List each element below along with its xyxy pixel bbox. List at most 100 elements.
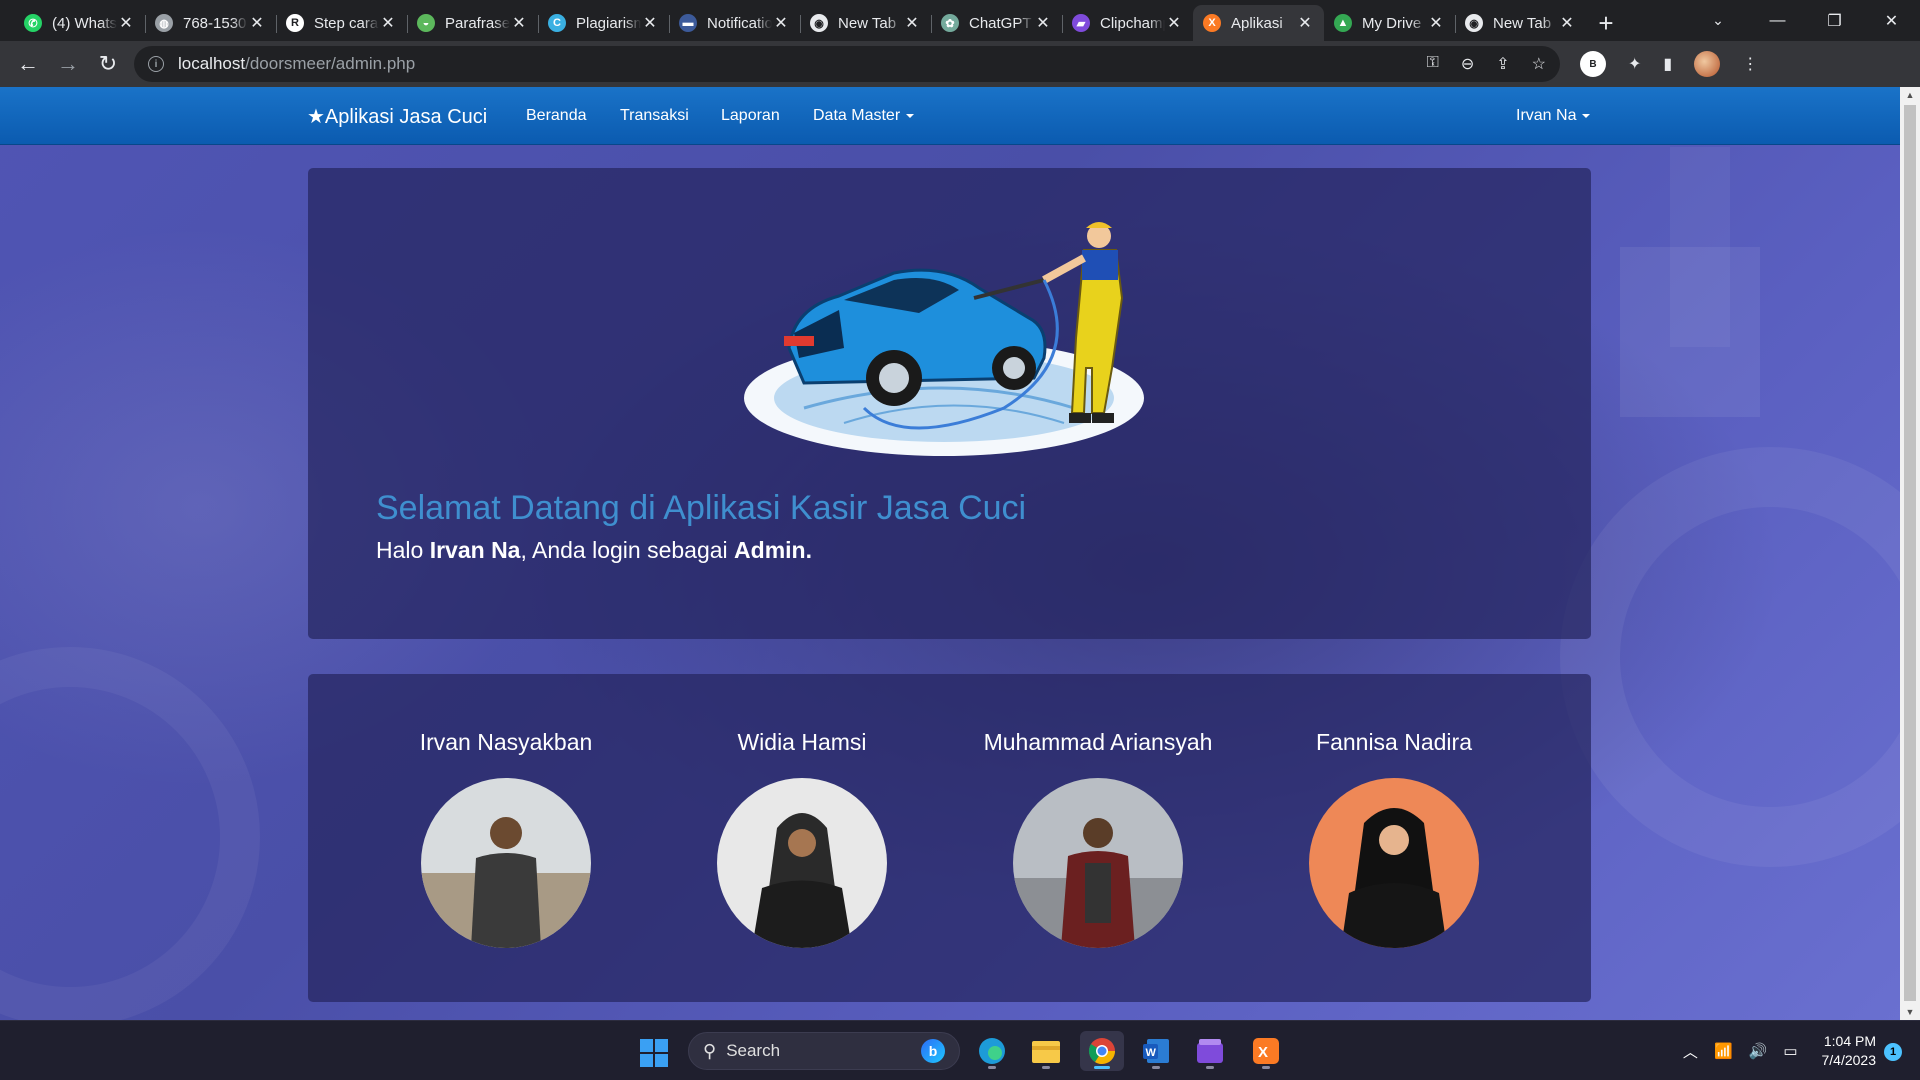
nav-laporan[interactable]: Laporan — [721, 107, 780, 125]
nav-transaksi[interactable]: Transaksi — [620, 107, 689, 125]
xampp-icon[interactable]: X — [1244, 1031, 1288, 1071]
account-avatar[interactable] — [1694, 51, 1721, 77]
chrome-icon[interactable] — [1080, 1031, 1124, 1071]
team-member: Widia Hamsi — [652, 729, 952, 948]
team-panel: Irvan Nasyakban Widia Hamsi Muhammad Ari… — [308, 674, 1591, 1002]
browser-tab[interactable]: ✆ (4) WhatsApp✕ — [14, 5, 145, 41]
team-member: Muhammad Ariansyah — [948, 729, 1248, 948]
clipchamp-icon[interactable] — [1188, 1031, 1232, 1071]
close-tab-icon[interactable]: ✕ — [379, 13, 397, 33]
welcome-message: Halo Irvan Na, Anda login sebagai Admin. — [376, 537, 812, 564]
tab-title: Step cara — [314, 14, 379, 32]
taskbar-search[interactable]: ⚲ Search b — [688, 1032, 960, 1070]
url-path: /doorsmeer/admin.php — [245, 54, 416, 73]
system-tray: ︿ 📶 🔊 ▭ 1:04 PM 7/4/2023 — [1683, 1021, 1876, 1080]
close-tab-icon[interactable]: ✕ — [903, 13, 921, 33]
back-icon[interactable]: ← — [8, 46, 48, 82]
browser-tab[interactable]: ◉ New Tab ✕ — [1455, 5, 1586, 41]
greeting-prefix: Halo — [376, 537, 430, 563]
page-scrollbar[interactable]: ▲ ▼ — [1900, 87, 1920, 1020]
tab-title: Aplikasi — [1231, 14, 1283, 32]
close-tab-icon[interactable]: ✕ — [248, 13, 266, 33]
close-tab-icon[interactable]: ✕ — [1165, 13, 1183, 33]
clock-time: 1:04 PM — [1823, 1033, 1876, 1049]
file-explorer-icon[interactable] — [1024, 1031, 1068, 1071]
windows-start-icon[interactable] — [640, 1039, 668, 1067]
word-icon[interactable]: W — [1134, 1031, 1178, 1071]
notification-badge[interactable]: 1 — [1884, 1043, 1902, 1061]
scroll-up-icon[interactable]: ▲ — [1900, 87, 1920, 103]
tab-title: Parafrase — [445, 14, 510, 32]
member-name: Muhammad Ariansyah — [983, 729, 1213, 755]
battery-icon[interactable]: ▭ — [1783, 1042, 1797, 1060]
tab-title: ChatGPT — [969, 14, 1032, 32]
browser-tab[interactable]: X Aplikasi ✕ — [1193, 5, 1324, 41]
close-tab-icon[interactable]: ✕ — [641, 13, 659, 33]
restore-icon[interactable]: ❐ — [1806, 0, 1863, 41]
url-host: localhost — [178, 54, 246, 73]
browser-tab[interactable]: ▲ My Drive ✕ — [1324, 5, 1455, 41]
show-hidden-icons-icon[interactable]: ︿ — [1683, 1041, 1698, 1062]
browser-tab[interactable]: C Plagiarism ✕ — [538, 5, 669, 41]
browser-tab[interactable]: R Step cara ✕ — [276, 5, 407, 41]
member-photo — [717, 778, 887, 948]
tab-title: Notifications — [707, 14, 772, 32]
share-icon[interactable]: ⇪ — [1496, 54, 1509, 74]
close-tab-icon[interactable]: ✕ — [117, 13, 135, 33]
bookmark-star-icon[interactable]: ☆ — [1532, 54, 1546, 74]
member-photo — [1013, 778, 1183, 948]
browser-tab[interactable]: ◉ New Tab ✕ — [800, 5, 931, 41]
close-tab-icon[interactable]: ✕ — [1296, 13, 1314, 33]
minimize-icon[interactable]: — — [1749, 0, 1806, 41]
clock-date: 7/4/2023 — [1821, 1052, 1877, 1068]
member-photo — [1309, 778, 1479, 948]
forward-icon[interactable]: → — [48, 46, 88, 82]
team-member: Irvan Nasyakban — [356, 729, 656, 948]
brand-link[interactable]: ★Aplikasi Jasa Cuci — [307, 104, 487, 129]
site-info-icon[interactable]: i — [148, 56, 164, 72]
caret-down-icon — [906, 113, 915, 118]
background-decoration — [1560, 447, 1920, 867]
browser-toolbar: ← → ↻ i localhost/doorsmeer/admin.php ⚿ … — [0, 41, 1920, 87]
close-tab-icon[interactable]: ✕ — [1427, 13, 1445, 33]
reload-icon[interactable]: ↻ — [88, 46, 128, 82]
menu-kebab-icon[interactable]: ⋮ — [1742, 54, 1758, 74]
greeting-middle: , Anda login sebagai — [520, 537, 735, 563]
background-decoration — [0, 647, 260, 1020]
browser-tab[interactable]: ✿ ChatGPT ✕ — [931, 5, 1062, 41]
bing-icon[interactable]: b — [921, 1039, 945, 1063]
scrollbar-thumb[interactable] — [1904, 105, 1916, 1001]
close-window-icon[interactable]: ✕ — [1863, 0, 1920, 41]
side-panel-icon[interactable]: ▮ — [1663, 54, 1672, 74]
zoom-icon[interactable]: ⊖ — [1461, 54, 1474, 74]
edge-icon[interactable] — [970, 1031, 1014, 1071]
window-controls: — ❐ ✕ — [1749, 0, 1920, 41]
address-bar[interactable]: i localhost/doorsmeer/admin.php ⚿ ⊖ ⇪ ☆ — [134, 46, 1560, 82]
browser-tab[interactable]: ◍ 768-1530 ✕ — [145, 5, 276, 41]
tab-search-icon[interactable]: ⌄ — [1698, 0, 1738, 41]
close-tab-icon[interactable]: ✕ — [1558, 13, 1576, 33]
password-key-icon[interactable]: ⚿ — [1427, 54, 1439, 74]
wifi-icon[interactable]: 📶 — [1714, 1042, 1733, 1060]
windows-taskbar: ⚲ Search b W X ︿ 📶 🔊 ▭ 1:04 PM 7/4/2023 … — [0, 1020, 1920, 1080]
plagiarism-icon: C — [548, 14, 566, 32]
welcome-panel: Selamat Datang di Aplikasi Kasir Jasa Cu… — [308, 168, 1591, 639]
browser-tab[interactable]: ◒ Parafrase ✕ — [407, 5, 538, 41]
tab-title: (4) WhatsApp — [52, 14, 117, 32]
team-member: Fannisa Nadira — [1244, 729, 1544, 948]
nav-data-master-dropdown[interactable]: Data Master — [813, 107, 915, 125]
clock[interactable]: 1:04 PM 7/4/2023 — [1822, 1032, 1877, 1070]
user-menu-dropdown[interactable]: Irvan Na — [1516, 107, 1591, 125]
close-tab-icon[interactable]: ✕ — [772, 13, 790, 33]
volume-icon[interactable]: 🔊 — [1749, 1042, 1768, 1060]
browser-tab[interactable]: ▬ Notifications✕ — [669, 5, 800, 41]
browser-tab[interactable]: ▰ Clipchamp ✕ — [1062, 5, 1193, 41]
user-menu-label: Irvan Na — [1516, 107, 1577, 124]
nav-beranda[interactable]: Beranda — [526, 107, 587, 125]
new-tab-icon[interactable]: + — [1586, 5, 1626, 41]
profile-icon[interactable]: B — [1580, 51, 1606, 77]
scroll-down-icon[interactable]: ▼ — [1900, 1004, 1920, 1020]
extensions-icon[interactable]: ✦ — [1628, 54, 1641, 74]
close-tab-icon[interactable]: ✕ — [1034, 13, 1052, 33]
close-tab-icon[interactable]: ✕ — [510, 13, 528, 33]
